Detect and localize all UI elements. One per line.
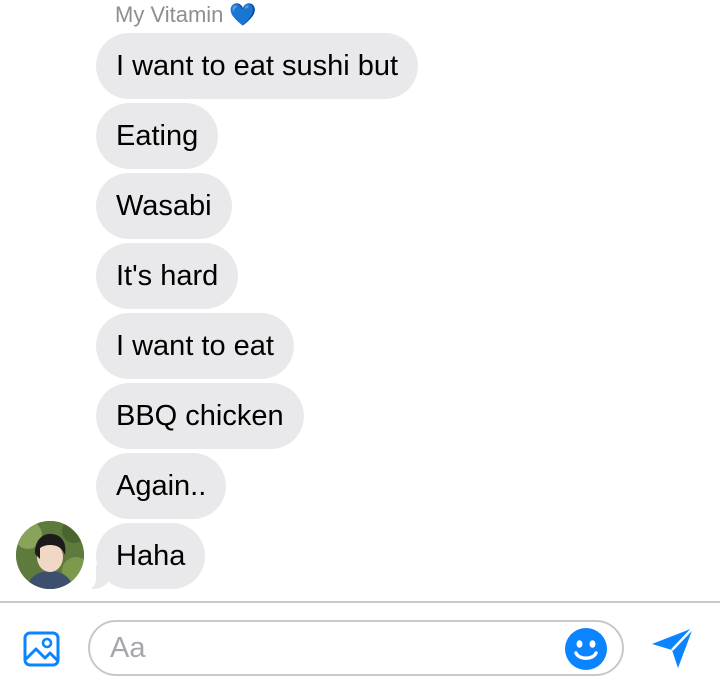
sender-name: My Vitamin 💙: [115, 2, 257, 28]
message-bubble[interactable]: BBQ chicken: [96, 383, 304, 449]
message-bubble[interactable]: Wasabi: [96, 173, 232, 239]
avatar-photo: [16, 521, 84, 589]
message-text: I want to eat: [116, 329, 274, 362]
message-text: It's hard: [116, 259, 219, 292]
send-icon[interactable]: [650, 625, 696, 671]
message-bubble[interactable]: It's hard: [96, 243, 239, 309]
message-input-container: [88, 620, 624, 676]
message-bubble[interactable]: Eating: [96, 103, 219, 169]
message-bubble[interactable]: I want to eat: [96, 313, 294, 379]
image-icon[interactable]: [23, 630, 61, 668]
message-text: Wasabi: [116, 189, 212, 222]
blue-heart-emoji: 💙: [229, 2, 257, 27]
smiley-icon[interactable]: [564, 627, 608, 671]
sender-name-text: My Vitamin: [115, 2, 224, 27]
message-thread: My Vitamin 💙 I want to eat sushi but Eat…: [0, 0, 720, 600]
message-input[interactable]: [110, 628, 550, 668]
avatar[interactable]: [16, 521, 84, 589]
message-text: Eating: [116, 119, 199, 152]
message-text: I want to eat sushi but: [116, 49, 399, 82]
message-composer: [0, 603, 720, 696]
message-text: Haha: [116, 539, 186, 572]
message-text: Again..: [116, 469, 207, 502]
message-bubble[interactable]: Again..: [96, 453, 227, 519]
message-bubble[interactable]: Haha: [69, 523, 206, 591]
message-text: BBQ chicken: [116, 399, 284, 432]
message-bubble[interactable]: I want to eat sushi but: [96, 33, 419, 99]
